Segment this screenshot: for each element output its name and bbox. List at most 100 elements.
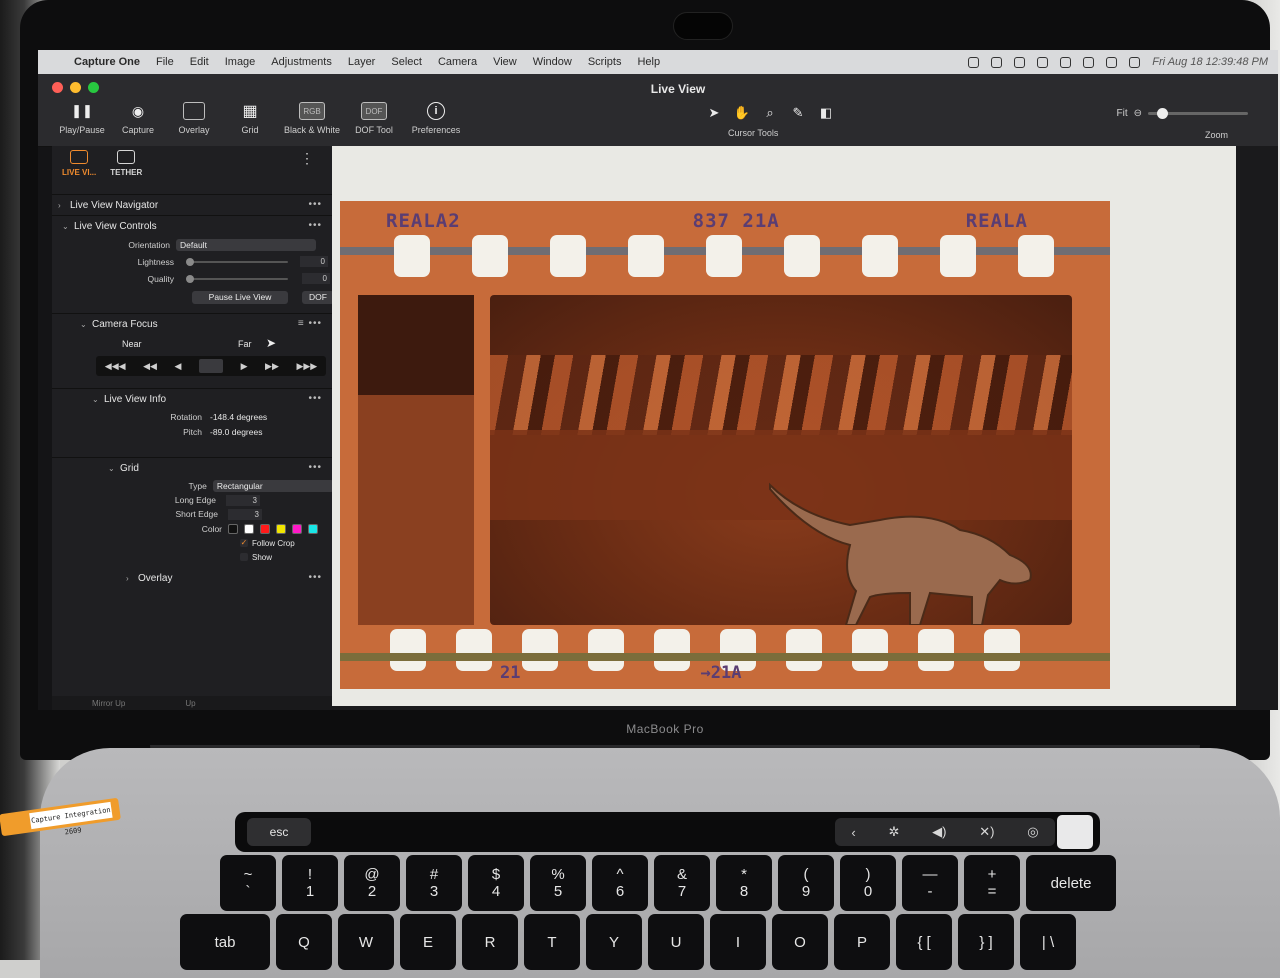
key[interactable]: Q (276, 914, 332, 970)
touchbar-brightness-icon[interactable]: ✲ (888, 824, 899, 840)
color-swatch-magenta[interactable] (292, 523, 302, 534)
key[interactable]: * 8 (716, 855, 772, 911)
color-swatch-cyan[interactable] (308, 523, 318, 534)
key[interactable]: | \ (1020, 914, 1076, 970)
key[interactable]: E (400, 914, 456, 970)
focus-near-medium-button[interactable]: ◀◀ (143, 361, 157, 372)
touch-id-button[interactable] (1057, 815, 1093, 849)
section-grid[interactable]: ⌄ Grid ••• (52, 457, 334, 478)
grid-type-select[interactable]: Rectangular (212, 479, 334, 492)
key[interactable]: ^ 6 (592, 855, 648, 911)
key[interactable]: tab (180, 914, 270, 970)
menu-edit[interactable]: Edit (190, 56, 209, 68)
key[interactable]: ~ ` (220, 855, 276, 911)
live-view-viewer[interactable]: REALA2 837 21A REALA 21 →21A (332, 146, 1278, 710)
menu-layer[interactable]: Layer (348, 56, 376, 68)
color-swatch-white[interactable] (244, 523, 254, 534)
menu-scripts[interactable]: Scripts (588, 56, 622, 68)
key[interactable]: & 7 (654, 855, 710, 911)
minimize-window-button[interactable] (70, 82, 81, 93)
esc-key[interactable]: esc (247, 818, 311, 846)
key[interactable]: T (524, 914, 580, 970)
key[interactable]: } ] (958, 914, 1014, 970)
key[interactable]: (9 (778, 855, 834, 911)
lightness-value[interactable]: 0 (300, 256, 328, 267)
menu-window[interactable]: Window (533, 56, 572, 68)
quality-slider[interactable] (186, 274, 288, 283)
key[interactable]: #3 (406, 855, 462, 911)
zoom-out-icon[interactable]: ⊖ (1134, 108, 1142, 119)
show-grid-checkbox[interactable]: Show (240, 553, 272, 562)
focus-far-large-button[interactable]: ▶▶▶ (296, 361, 317, 372)
zoom-fit-button[interactable]: Fit (1117, 108, 1128, 119)
menu-view[interactable]: View (493, 56, 517, 68)
grid-button[interactable]: ▦ Grid (226, 102, 274, 135)
key[interactable]: delete (1026, 855, 1116, 911)
focus-near-small-button[interactable]: ◀ (175, 361, 182, 372)
zoom-tool-icon[interactable]: ⌕ (760, 104, 780, 122)
dof-tool-button[interactable]: DOF DOF Tool (350, 102, 398, 135)
select-cursor-icon[interactable]: ➤ (704, 104, 724, 122)
zoom-slider-knob[interactable] (1157, 108, 1168, 119)
tab-live-view[interactable]: LIVE VI... (62, 150, 96, 177)
menu-image[interactable]: Image (225, 56, 256, 68)
key[interactable]: $4 (468, 855, 524, 911)
status-folder-icon[interactable] (1014, 56, 1026, 68)
menubar-clock[interactable]: Fri Aug 18 12:39:48 PM (1152, 56, 1268, 68)
key[interactable]: R (462, 914, 518, 970)
status-app-icon[interactable] (991, 56, 1003, 68)
status-cloud-icon[interactable] (1037, 56, 1049, 68)
key[interactable]: — - (902, 855, 958, 911)
lightness-slider[interactable] (186, 257, 288, 266)
zoom-window-button[interactable] (88, 82, 99, 93)
menu-app-name[interactable]: Capture One (74, 56, 140, 68)
long-edge-value[interactable]: 3 (226, 494, 260, 506)
status-wifi-icon[interactable] (1060, 56, 1072, 68)
pause-live-view-button[interactable]: Pause Live View (192, 290, 288, 304)
play-pause-button[interactable]: ❚❚ Play/Pause (58, 102, 106, 135)
panel-menu-icon[interactable]: ⋮ (300, 150, 314, 167)
menu-help[interactable]: Help (637, 56, 660, 68)
menu-file[interactable]: File (156, 56, 174, 68)
status-brightness-icon[interactable] (968, 56, 980, 68)
hand-tool-icon[interactable]: ✋ (732, 104, 752, 122)
section-camera-focus[interactable]: ⌄ Camera Focus ≡ ••• (52, 313, 334, 334)
focus-far-medium-button[interactable]: ▶▶ (265, 361, 279, 372)
focus-far-small-button[interactable]: ▶ (241, 361, 248, 372)
key[interactable]: W (338, 914, 394, 970)
color-swatch-yellow[interactable] (276, 523, 286, 534)
color-swatch-black[interactable] (228, 523, 238, 534)
overlay-button[interactable]: Overlay (170, 102, 218, 135)
key[interactable]: ) 0 (840, 855, 896, 911)
tab-tether[interactable]: TETHER (110, 150, 142, 177)
more-icon[interactable]: ••• (308, 393, 322, 404)
mirror-up-label[interactable]: Mirror Up (92, 699, 125, 708)
section-live-view-navigator[interactable]: › Live View Navigator ••• (52, 194, 334, 215)
more-icon[interactable]: ••• (308, 199, 322, 210)
section-live-view-controls[interactable]: ⌄ Live View Controls ••• (52, 215, 334, 236)
key[interactable]: Y (586, 914, 642, 970)
close-window-button[interactable] (52, 82, 63, 93)
follow-crop-checkbox[interactable]: ✓ Follow Crop (240, 539, 295, 548)
color-swatch-red[interactable] (260, 523, 270, 534)
picker-tool-icon[interactable]: ✎ (788, 104, 808, 122)
up-label[interactable]: Up (185, 699, 195, 708)
touchbar-volume-icon[interactable]: ◀) (932, 824, 946, 840)
quality-value[interactable]: 0 (302, 273, 330, 284)
section-overlay[interactable]: › Overlay ••• (52, 568, 334, 588)
key[interactable]: U (648, 914, 704, 970)
more-icon[interactable]: ••• (308, 220, 322, 231)
key[interactable]: ! 1 (282, 855, 338, 911)
more-icon[interactable]: ≡ ••• (298, 318, 322, 329)
preferences-button[interactable]: i Preferences (406, 102, 466, 135)
touchbar-siri-icon[interactable]: ◎ (1027, 824, 1038, 840)
orientation-select[interactable]: Default (176, 238, 316, 251)
key[interactable]: O (772, 914, 828, 970)
status-bluetooth-icon[interactable] (1083, 56, 1095, 68)
key[interactable]: @2 (344, 855, 400, 911)
focus-far-near-large-button[interactable]: ◀◀◀ (105, 361, 126, 372)
capture-button[interactable]: ◉ Capture (114, 102, 162, 136)
more-icon[interactable]: ••• (308, 572, 322, 583)
status-search-icon[interactable] (1129, 56, 1141, 68)
black-white-button[interactable]: RGB Black & White (282, 102, 342, 135)
